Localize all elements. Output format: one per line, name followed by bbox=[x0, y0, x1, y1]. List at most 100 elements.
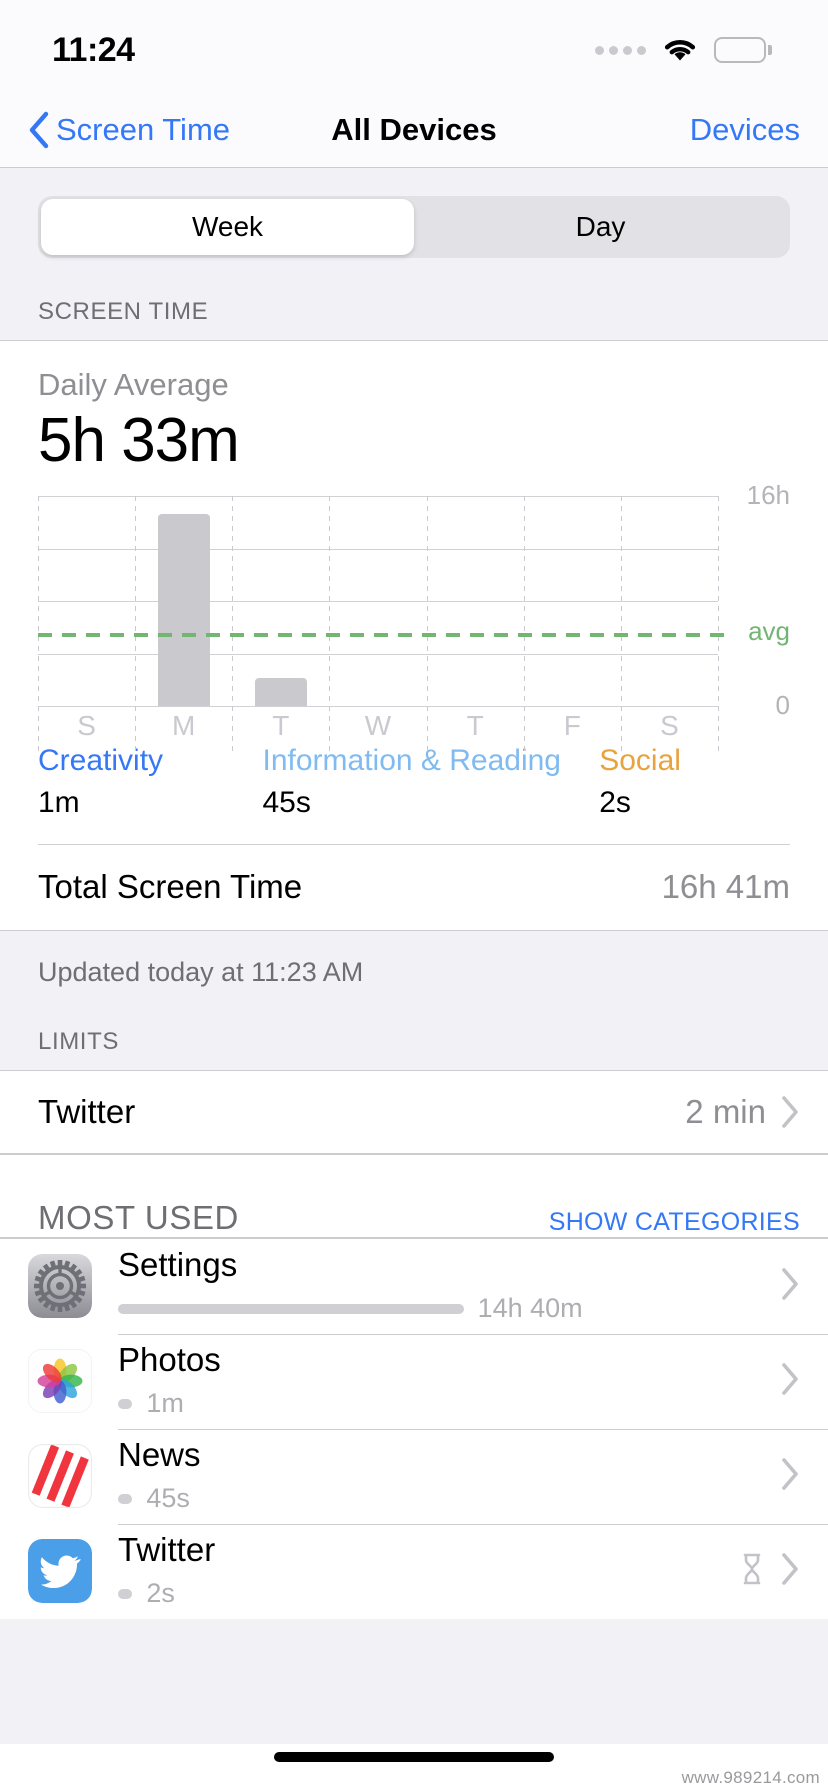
period-segmented-control[interactable]: Week Day bbox=[38, 196, 790, 258]
updated-timestamp: Updated today at 11:23 AM bbox=[0, 930, 828, 988]
chart-bar-s-6 bbox=[621, 496, 718, 706]
news-icon bbox=[28, 1444, 92, 1508]
category-value: 2s bbox=[599, 785, 631, 819]
app-usage-time: 1m bbox=[146, 1388, 184, 1418]
home-indicator-area: www.989214.com bbox=[0, 1744, 828, 1792]
limit-row-twitter[interactable]: Twitter 2 min bbox=[0, 1069, 828, 1154]
segment-week[interactable]: Week bbox=[41, 199, 414, 255]
app-usage-meter: 45s bbox=[118, 1483, 780, 1514]
category-name: Social bbox=[599, 744, 681, 777]
app-usage-meter: 1m bbox=[118, 1388, 780, 1419]
app-usage-meter: 2s bbox=[118, 1578, 740, 1609]
chart-bar-s-0 bbox=[38, 496, 135, 706]
category-value: 1m bbox=[38, 785, 80, 819]
chart-y-label-max: 16h bbox=[746, 480, 790, 510]
chevron-right-icon bbox=[780, 1457, 800, 1496]
chart-bar-t-4 bbox=[427, 496, 524, 706]
back-button-label: Screen Time bbox=[56, 111, 231, 147]
most-used-label: MOST USED bbox=[38, 1198, 239, 1236]
watermark: www.989214.com bbox=[681, 1768, 820, 1787]
limit-app-name: Twitter bbox=[38, 1092, 136, 1130]
status-bar-clock: 11:24 bbox=[52, 30, 135, 69]
app-name: News bbox=[118, 1436, 201, 1473]
app-name: Twitter bbox=[118, 1531, 216, 1568]
app-name: Photos bbox=[118, 1341, 221, 1378]
app-usage-time: 2s bbox=[146, 1578, 175, 1608]
chart-x-axis-labels: SMTWTFS bbox=[38, 710, 718, 742]
back-button[interactable]: Screen Time bbox=[28, 111, 230, 149]
settings-gear-icon bbox=[28, 1254, 92, 1318]
chevron-left-icon bbox=[29, 111, 49, 148]
chart-bars bbox=[38, 496, 718, 706]
wifi-icon bbox=[664, 39, 696, 61]
daily-average-value: 5h 33m bbox=[38, 406, 240, 475]
status-bar: 11:24 bbox=[0, 0, 828, 92]
x-label-6: S bbox=[660, 710, 679, 741]
limits-section-header: LIMITS bbox=[0, 987, 828, 1070]
x-label-3: W bbox=[364, 710, 392, 741]
twitter-bird-icon bbox=[28, 1539, 92, 1603]
chevron-right-icon bbox=[780, 1362, 800, 1401]
status-bar-indicators bbox=[595, 35, 772, 65]
screen-time-section-header: SCREEN TIME bbox=[0, 258, 828, 340]
category-2: Social 2s bbox=[599, 742, 790, 820]
segment-day[interactable]: Day bbox=[414, 199, 787, 255]
bar bbox=[254, 678, 307, 706]
x-label-2: T bbox=[272, 710, 290, 741]
x-label-0: S bbox=[77, 710, 96, 741]
usage-bar bbox=[118, 1493, 133, 1504]
navigation-bar: Screen Time All Devices Devices bbox=[0, 92, 828, 168]
screen-time-card: Daily Average 5h 33m 16h avg 0 S M T W T… bbox=[0, 340, 828, 931]
total-screen-time-label: Total Screen Time bbox=[38, 868, 303, 905]
app-row-content: News 45s bbox=[118, 1429, 780, 1524]
chevron-right-icon bbox=[780, 1267, 800, 1306]
most-used-section-header: MOST USED SHOW CATEGORIES bbox=[0, 1153, 828, 1238]
app-row-news[interactable]: News 45s bbox=[0, 1428, 828, 1524]
app-row-settings[interactable]: Settings 14h 40m bbox=[0, 1239, 828, 1334]
x-label-1: M bbox=[172, 710, 196, 741]
category-name: Creativity bbox=[38, 744, 164, 777]
chart-bar-m-1 bbox=[135, 496, 232, 706]
chart-bar-t-2 bbox=[232, 496, 329, 706]
signal-dots-icon bbox=[595, 45, 646, 55]
app-usage-time: 14h 40m bbox=[477, 1293, 583, 1323]
app-row-photos[interactable]: Photos 1m bbox=[0, 1333, 828, 1429]
app-row-twitter[interactable]: Twitter 2s bbox=[0, 1523, 828, 1619]
usage-bar bbox=[118, 1398, 133, 1409]
limit-value: 2 min bbox=[685, 1092, 766, 1130]
app-usage-meter: 14h 40m bbox=[118, 1293, 780, 1324]
app-row-content: Twitter 2s bbox=[118, 1524, 740, 1619]
chart-y-label-avg: avg bbox=[748, 616, 790, 647]
segmented-control-container: Week Day bbox=[0, 168, 828, 258]
battery-full-icon bbox=[714, 37, 772, 63]
most-used-app-list: Settings 14h 40m Photos 1m News 45s Twitter 2s bbox=[0, 1237, 828, 1619]
chart-bar-w-3 bbox=[329, 496, 426, 706]
app-name: Settings bbox=[118, 1246, 238, 1283]
category-1: Information & Reading 45s bbox=[262, 742, 599, 820]
usage-bar bbox=[118, 1303, 464, 1314]
photos-pinwheel-icon bbox=[28, 1349, 92, 1413]
show-categories-button[interactable]: SHOW CATEGORIES bbox=[549, 1208, 800, 1237]
app-row-content: Settings 14h 40m bbox=[118, 1239, 780, 1334]
bar bbox=[157, 514, 210, 706]
screen-time-bar-chart: 16h avg 0 S M T W T F S bbox=[38, 480, 790, 754]
chevron-right-icon bbox=[782, 1095, 798, 1128]
screen-time-all-devices-screen: 11:24 Screen Time All Devices Devices We… bbox=[0, 0, 828, 1792]
hourglass-icon bbox=[740, 1552, 764, 1591]
x-label-5: F bbox=[563, 710, 581, 741]
category-name: Information & Reading bbox=[262, 744, 561, 777]
total-screen-time-row: Total Screen Time 16h 41m bbox=[38, 843, 790, 930]
app-row-content: Photos 1m bbox=[118, 1334, 780, 1429]
home-indicator[interactable] bbox=[274, 1752, 554, 1762]
chevron-right-icon bbox=[780, 1552, 800, 1591]
x-label-4: T bbox=[466, 710, 484, 741]
category-0: Creativity 1m bbox=[38, 742, 262, 820]
devices-button[interactable]: Devices bbox=[690, 112, 800, 148]
usage-bar bbox=[118, 1588, 133, 1599]
chart-plot-area bbox=[38, 496, 732, 754]
daily-average-label: Daily Average bbox=[38, 367, 229, 402]
category-value: 45s bbox=[262, 785, 311, 819]
app-usage-time: 45s bbox=[146, 1483, 190, 1513]
chart-average-line bbox=[38, 633, 732, 638]
chart-bar-f-5 bbox=[524, 496, 621, 706]
